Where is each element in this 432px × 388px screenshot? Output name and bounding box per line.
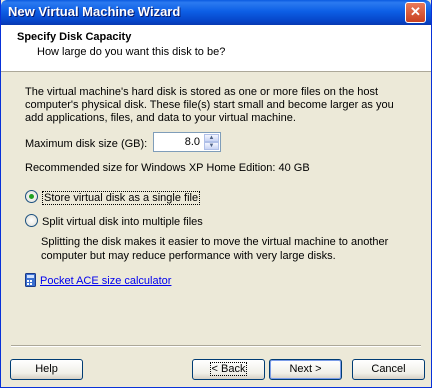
next-button[interactable]: Next >: [269, 359, 342, 380]
page-title: Specify Disk Capacity: [17, 31, 132, 43]
arrow-down-icon: ▼: [208, 143, 215, 149]
max-size-spinner[interactable]: ▲ ▼: [153, 132, 221, 152]
size-calculator-link-text[interactable]: Pocket ACE size calculator: [40, 275, 171, 287]
radio-single-file[interactable]: Store virtual disk as a single file: [25, 190, 201, 205]
radio-split-files[interactable]: Split virtual disk into multiple files: [25, 214, 203, 228]
split-description-line: computer but may reduce performance with…: [41, 250, 336, 262]
footer-divider: [11, 345, 421, 347]
description: The virtual machine's hard disk is store…: [25, 86, 415, 125]
title-bar[interactable]: New Virtual Machine Wizard ✕: [1, 0, 431, 25]
description-line: The virtual machine's hard disk is store…: [25, 86, 379, 98]
radio-button-unselected[interactable]: [25, 214, 38, 227]
radio-button-selected[interactable]: [25, 190, 38, 203]
description-line: computer's physical disk. These file(s) …: [25, 99, 394, 111]
page-subtitle: How large do you want this disk to be?: [37, 46, 226, 58]
close-button[interactable]: ✕: [405, 2, 426, 23]
wizard-header: Specify Disk Capacity How large do you w…: [1, 25, 431, 72]
radio-split-label[interactable]: Split virtual disk into multiple files: [42, 216, 203, 228]
spin-up-button[interactable]: ▲: [204, 134, 219, 142]
close-icon: ✕: [410, 4, 421, 19]
size-calculator-link[interactable]: Pocket ACE size calculator: [25, 273, 171, 287]
arrow-up-icon: ▲: [208, 135, 215, 141]
cancel-button[interactable]: Cancel: [352, 359, 425, 380]
max-size-input[interactable]: [156, 135, 200, 149]
back-button-label: < Back: [209, 362, 248, 376]
help-button[interactable]: Help: [10, 359, 83, 380]
radio-single-label[interactable]: Store virtual disk as a single file: [42, 191, 201, 205]
wizard-window: New Virtual Machine Wizard ✕ Specify Dis…: [0, 0, 432, 388]
spin-down-button[interactable]: ▼: [204, 142, 219, 150]
radio-dot-icon: [29, 194, 34, 199]
description-line: add applications, files, and data to you…: [25, 112, 296, 124]
calculator-icon: [25, 273, 36, 287]
split-description-line: Splitting the disk makes it easier to mo…: [41, 236, 389, 248]
back-button[interactable]: < Back: [192, 359, 265, 380]
max-size-label: Maximum disk size (GB):: [25, 138, 148, 150]
window-title: New Virtual Machine Wizard: [8, 4, 181, 19]
recommended-size-text: Recommended size for Windows XP Home Edi…: [25, 162, 310, 174]
split-description: Splitting the disk makes it easier to mo…: [41, 235, 388, 263]
